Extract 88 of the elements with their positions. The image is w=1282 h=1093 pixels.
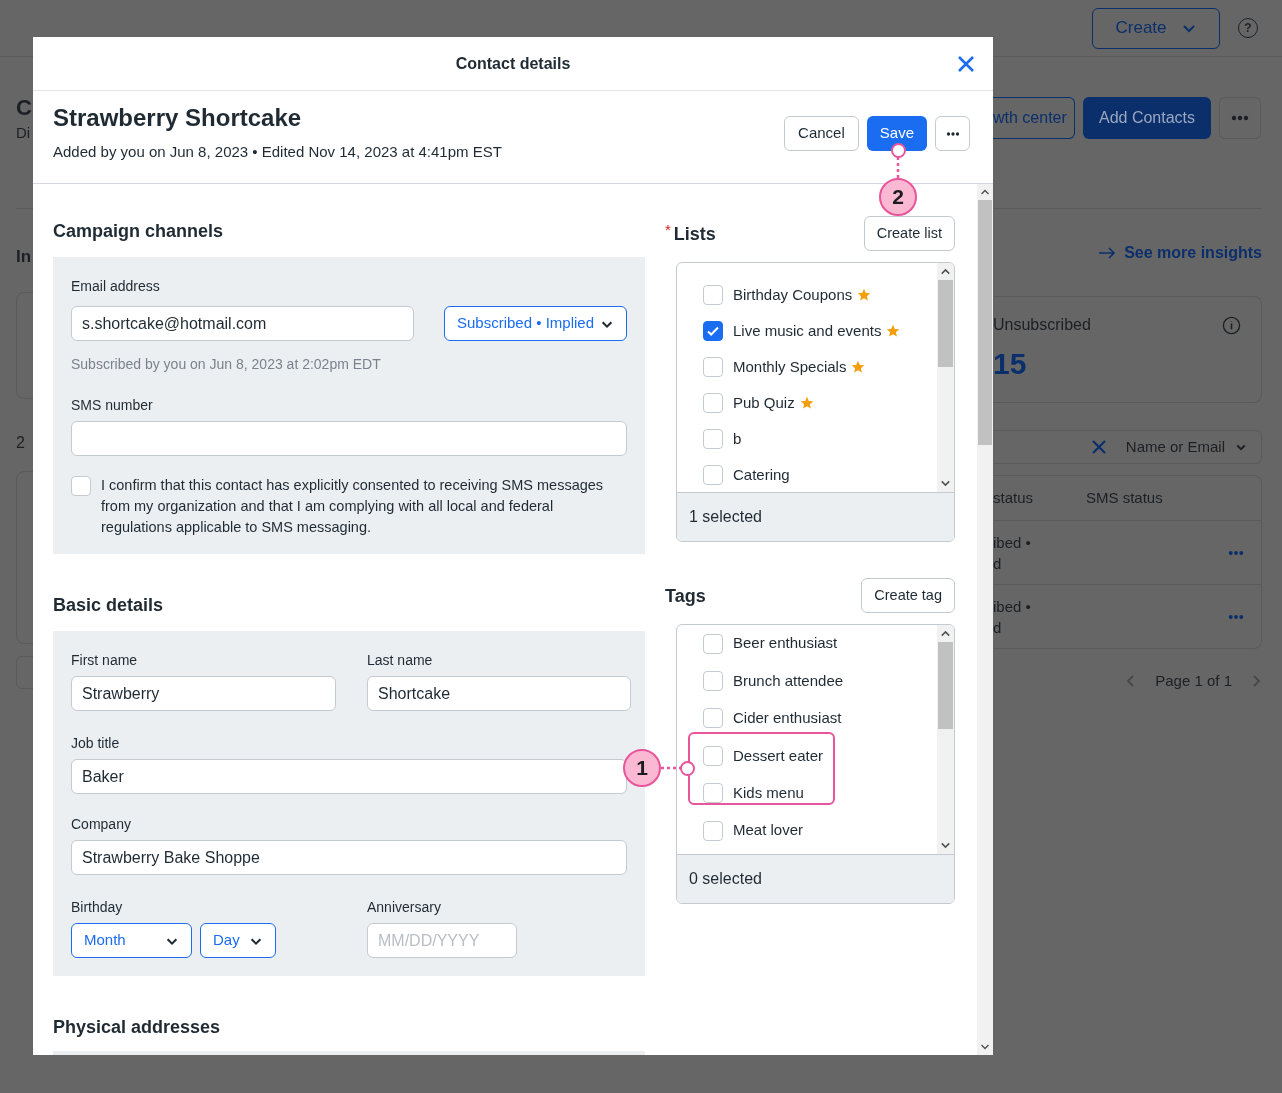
scrollbar-thumb[interactable] <box>938 280 953 367</box>
section-heading: Physical addresses <box>53 1016 222 1039</box>
input-field[interactable]: MM/DD/YYYY <box>367 923 517 958</box>
day-dropdown[interactable]: Day <box>200 923 276 958</box>
leader-line <box>896 157 900 179</box>
page-subtitle: Di <box>16 123 32 143</box>
contact-meta: Added by you on Jun 8, 2023 • Edited Nov 14, 2023 at 4:41pm EST <box>53 142 502 162</box>
checkbox[interactable] <box>703 671 723 692</box>
input-field[interactable]: s.shortcake@hotmail.com <box>71 306 414 341</box>
input-field[interactable]: Strawberry Bake Shoppe <box>71 840 627 875</box>
list-option[interactable]: Birthday Coupons <box>733 283 853 307</box>
field-label: Anniversary <box>367 898 442 916</box>
month-dropdown[interactable]: Month <box>71 923 192 958</box>
chevron-right-icon[interactable] <box>1252 675 1262 688</box>
table-cell-text: ibed • d <box>993 596 1031 638</box>
save-button[interactable]: Save <box>866 116 927 151</box>
checkbox[interactable] <box>71 476 91 496</box>
info-icon <box>1222 315 1241 335</box>
column-header: SMS status <box>1086 487 1163 508</box>
scrollbar[interactable] <box>937 625 954 854</box>
field-label: Birthday <box>71 898 124 916</box>
list-option[interactable]: Kids menu <box>733 782 804 805</box>
scrollbar-thumb[interactable] <box>938 642 953 729</box>
create-button[interactable]: Create list <box>863 216 955 251</box>
section-heading: In <box>16 246 32 268</box>
close-icon[interactable] <box>1091 440 1106 454</box>
input-field[interactable] <box>71 421 627 456</box>
contact-name: Strawberry Shortcake <box>53 104 303 132</box>
contact-count: 2 <box>16 433 26 453</box>
list-option[interactable]: Monthly Specials <box>733 355 847 379</box>
list-option[interactable]: b <box>733 427 742 451</box>
list-option[interactable]: Catering <box>733 463 790 487</box>
input-field[interactable]: Shortcake <box>367 676 631 711</box>
dialog-title: Contact details <box>455 53 571 74</box>
field-label: SMS number <box>71 396 154 414</box>
checkbox[interactable] <box>703 285 723 305</box>
checkbox[interactable] <box>703 357 723 377</box>
list-option[interactable]: Brunch attendee <box>733 669 844 693</box>
consent-text: I confirm that this contact has explicitly consented to receiving SMS messages from my organization and that I am complying with all local and federal regulations applicable to SMS messaging. <box>101 476 605 537</box>
scrollbar-thumb[interactable] <box>978 200 992 445</box>
field-label: Company <box>71 815 132 833</box>
selection-count: 1 selected <box>677 492 954 541</box>
arrow-right-icon <box>1098 247 1117 259</box>
input-field[interactable]: Baker <box>71 759 627 794</box>
chevron-left-icon[interactable] <box>1125 675 1136 688</box>
status-dropdown[interactable]: Subscribed • Implied <box>444 306 627 341</box>
add-contacts-button[interactable]: Add Contacts <box>1083 97 1211 139</box>
scrollbar[interactable] <box>937 263 954 492</box>
page-indicator: Page 1 of 1 <box>1155 671 1232 691</box>
checkbox[interactable] <box>703 465 723 485</box>
column-header: status <box>993 487 1035 508</box>
create-button[interactable]: Create tag <box>861 578 955 613</box>
field-label: Email address <box>71 277 161 295</box>
list-option[interactable]: Cider enthusiast <box>733 707 842 730</box>
list-option[interactable]: Pub Quiz <box>733 391 795 415</box>
field-label: Job title <box>71 734 121 752</box>
checkbox[interactable] <box>703 429 723 449</box>
required-mark: * <box>665 221 671 238</box>
section-heading: Lists <box>673 222 716 246</box>
more-button[interactable] <box>1219 97 1261 139</box>
scrollbar[interactable] <box>977 184 993 1055</box>
list-option[interactable]: Dessert eater <box>733 744 824 768</box>
section-heading: Campaign channels <box>53 220 225 243</box>
field-label: Last name <box>367 651 434 669</box>
checkbox[interactable] <box>703 393 723 413</box>
selection-count: 0 selected <box>677 854 954 903</box>
checkbox[interactable] <box>703 745 723 766</box>
checkbox[interactable] <box>703 321 723 341</box>
leader-line <box>661 766 681 770</box>
close-button[interactable] <box>957 54 975 73</box>
page-title: C <box>16 94 32 122</box>
list-option[interactable]: Beer enthusiast <box>733 632 838 655</box>
checkbox[interactable] <box>703 633 723 654</box>
table-cell-text: ibed • d <box>993 532 1031 574</box>
checkbox[interactable] <box>703 783 723 804</box>
cancel-button[interactable]: Cancel <box>784 116 859 151</box>
list-option[interactable]: Live music and events <box>733 319 882 343</box>
checkbox[interactable] <box>703 820 723 841</box>
input-field[interactable]: Strawberry <box>71 676 336 711</box>
subscription-note: Subscribed by you on Jun 8, 2023 at 2:02pm EDT <box>71 355 382 373</box>
stat-label: Unsubscribed <box>993 315 1091 335</box>
close-icon <box>957 54 975 73</box>
list-option[interactable]: Meat lover <box>733 819 804 842</box>
section-heading: Tags <box>665 584 706 608</box>
section-heading: Basic details <box>53 594 165 617</box>
stat-value: 15 <box>993 347 1027 381</box>
field-label: First name <box>71 651 139 669</box>
checkbox[interactable] <box>703 708 723 729</box>
